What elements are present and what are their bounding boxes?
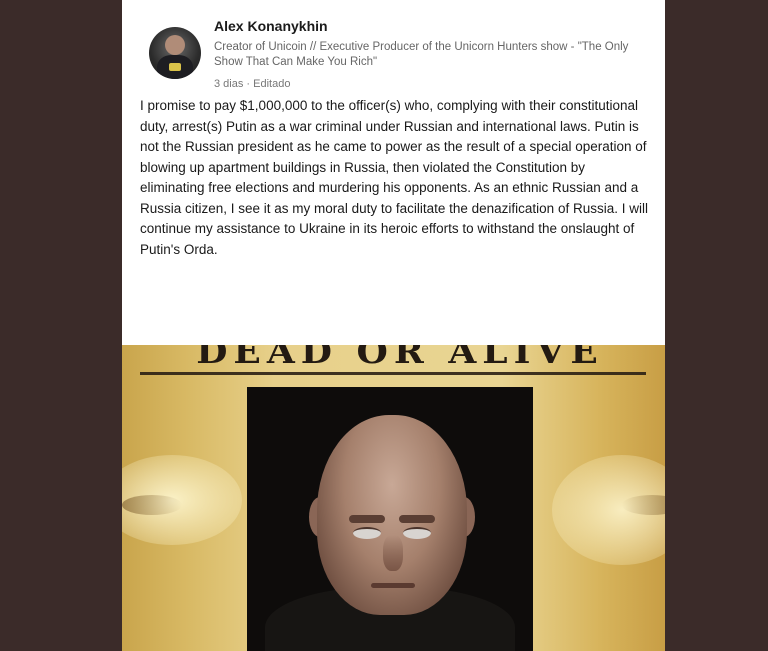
post-body: I promise to pay $1,000,000 to the offic… xyxy=(140,98,648,257)
poster-divider xyxy=(140,372,646,375)
avatar-head xyxy=(165,35,185,55)
right-border xyxy=(665,0,768,651)
portrait-nose xyxy=(383,535,403,571)
poster-title: DEAD OR ALIVE xyxy=(196,345,604,371)
portrait-eye xyxy=(353,527,381,539)
author-name[interactable]: Alex Konanykhin xyxy=(214,18,328,34)
portrait-brow xyxy=(399,515,435,523)
author-headline: Creator of Unicoin // Executive Producer… xyxy=(214,41,629,68)
post-meta: 3 dias · Editado xyxy=(214,78,291,90)
portrait-brow xyxy=(349,515,385,523)
portrait-mouth xyxy=(371,583,415,588)
avatar-logo-icon xyxy=(169,63,181,71)
portrait-photo xyxy=(247,387,533,651)
avatar[interactable] xyxy=(149,27,201,79)
portrait-eye xyxy=(403,527,431,539)
wanted-poster-image[interactable]: DEAD OR ALIVE xyxy=(122,345,665,651)
paper-burn xyxy=(122,495,182,515)
post-card: Alex Konanykhin Creator of Unicoin // Ex… xyxy=(122,0,665,345)
left-border xyxy=(0,0,122,651)
